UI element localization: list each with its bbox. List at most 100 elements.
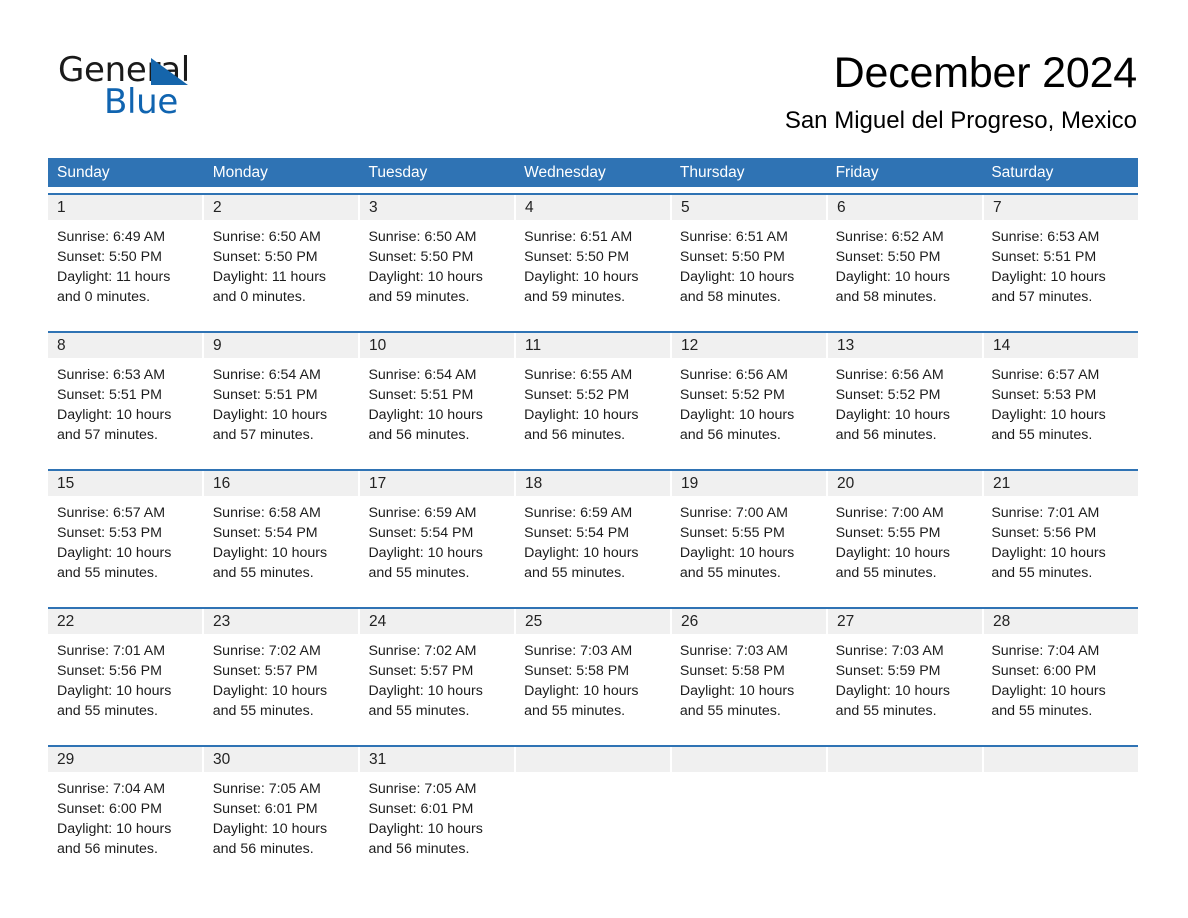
day-number[interactable]: 31	[360, 747, 516, 772]
day-number[interactable]: 22	[48, 609, 204, 634]
daylight-text-line1: Daylight: 10 hours	[835, 269, 950, 286]
day-cell[interactable]: Sunrise: 6:55 AM Sunset: 5:52 PM Dayligh…	[515, 358, 671, 463]
day-cell[interactable]: Sunrise: 6:57 AM Sunset: 5:53 PM Dayligh…	[982, 358, 1138, 463]
day-cell[interactable]: Sunrise: 7:03 AM Sunset: 5:58 PM Dayligh…	[671, 634, 827, 739]
sunrise-text: Sunrise: 6:50 AM	[212, 229, 321, 245]
day-cell[interactable]: Sunrise: 6:57 AM Sunset: 5:53 PM Dayligh…	[48, 496, 204, 601]
day-number[interactable]: 5	[672, 195, 828, 220]
day-number[interactable]: 8	[48, 333, 204, 358]
day-cell[interactable]: Sunrise: 6:54 AM Sunset: 5:51 PM Dayligh…	[204, 358, 360, 463]
day-number[interactable]: 29	[48, 747, 204, 772]
daylight-text-line2: and 56 minutes.	[368, 427, 470, 444]
day-number-empty	[672, 747, 828, 772]
day-number[interactable]: 16	[204, 471, 360, 496]
day-cell[interactable]: Sunrise: 7:03 AM Sunset: 5:58 PM Dayligh…	[515, 634, 671, 739]
weekday-header-monday: Monday	[212, 164, 268, 181]
sunrise-text: Sunrise: 7:04 AM	[57, 781, 166, 797]
daylight-text-line1: Daylight: 10 hours	[524, 407, 639, 424]
day-cell-empty	[671, 772, 827, 877]
day-cell[interactable]: Sunrise: 6:56 AM Sunset: 5:52 PM Dayligh…	[671, 358, 827, 463]
day-number[interactable]: 28	[984, 609, 1138, 634]
day-number[interactable]: 3	[360, 195, 516, 220]
day-number[interactable]: 25	[516, 609, 672, 634]
day-number[interactable]: 4	[516, 195, 672, 220]
sunrise-text: Sunrise: 7:03 AM	[835, 643, 944, 659]
daylight-text-line2: and 56 minutes.	[835, 427, 937, 444]
day-number[interactable]: 17	[360, 471, 516, 496]
day-number[interactable]: 1	[48, 195, 204, 220]
sunrise-text: Sunrise: 6:49 AM	[57, 229, 166, 245]
sunset-text: Sunset: 5:54 PM	[368, 525, 474, 542]
sunset-text: Sunset: 5:58 PM	[524, 663, 630, 680]
day-number[interactable]: 21	[984, 471, 1138, 496]
day-number[interactable]: 12	[672, 333, 828, 358]
day-cell[interactable]: Sunrise: 6:51 AM Sunset: 5:50 PM Dayligh…	[671, 220, 827, 325]
day-number[interactable]: 9	[204, 333, 360, 358]
day-cell[interactable]: Sunrise: 6:59 AM Sunset: 5:54 PM Dayligh…	[515, 496, 671, 601]
day-number[interactable]: 27	[828, 609, 984, 634]
day-cell[interactable]: Sunrise: 6:53 AM Sunset: 5:51 PM Dayligh…	[982, 220, 1138, 325]
day-number[interactable]: 10	[360, 333, 516, 358]
day-number[interactable]: 6	[828, 195, 984, 220]
daylight-text-line2: and 56 minutes.	[524, 427, 626, 444]
day-number[interactable]: 19	[672, 471, 828, 496]
calendar-week-row: 29 30 31 Sunrise: 7:04 AM Sunset: 6:00 P…	[48, 745, 1138, 877]
calendar-page: General Blue December 2024 San Miguel de…	[0, 0, 1188, 918]
day-cell[interactable]: Sunrise: 6:56 AM Sunset: 5:52 PM Dayligh…	[827, 358, 983, 463]
sunset-text: Sunset: 5:53 PM	[991, 387, 1097, 404]
day-cell[interactable]: Sunrise: 6:52 AM Sunset: 5:50 PM Dayligh…	[827, 220, 983, 325]
day-number[interactable]: 15	[48, 471, 204, 496]
day-number[interactable]: 2	[204, 195, 360, 220]
day-number[interactable]: 30	[204, 747, 360, 772]
sunrise-text: Sunrise: 7:03 AM	[524, 643, 633, 659]
daylight-text-line2: and 55 minutes.	[524, 703, 626, 720]
day-number[interactable]: 18	[516, 471, 672, 496]
day-cell[interactable]: Sunrise: 6:58 AM Sunset: 5:54 PM Dayligh…	[204, 496, 360, 601]
day-number[interactable]: 26	[672, 609, 828, 634]
sunrise-text: Sunrise: 6:54 AM	[368, 367, 477, 383]
sunset-text: Sunset: 5:50 PM	[835, 249, 941, 266]
daylight-text-line1: Daylight: 11 hours	[212, 269, 327, 286]
day-cell[interactable]: Sunrise: 7:02 AM Sunset: 5:57 PM Dayligh…	[204, 634, 360, 739]
day-cell[interactable]: Sunrise: 6:50 AM Sunset: 5:50 PM Dayligh…	[204, 220, 360, 325]
calendar-week-row: 15 16 17 18 19 20 21 Sunrise: 6:57 AM Su…	[48, 469, 1138, 601]
day-number[interactable]: 24	[360, 609, 516, 634]
day-cell[interactable]: Sunrise: 7:01 AM Sunset: 5:56 PM Dayligh…	[982, 496, 1138, 601]
sunrise-text: Sunrise: 6:55 AM	[524, 367, 633, 383]
day-number[interactable]: 7	[984, 195, 1138, 220]
sunrise-text: Sunrise: 7:01 AM	[991, 505, 1100, 521]
sunrise-text: Sunrise: 6:53 AM	[57, 367, 166, 383]
day-cell[interactable]: Sunrise: 7:00 AM Sunset: 5:55 PM Dayligh…	[671, 496, 827, 601]
day-number[interactable]: 20	[828, 471, 984, 496]
daylight-text-line2: and 55 minutes.	[835, 565, 937, 582]
day-cell[interactable]: Sunrise: 6:49 AM Sunset: 5:50 PM Dayligh…	[48, 220, 204, 325]
daylight-text-line1: Daylight: 10 hours	[835, 545, 950, 562]
day-cell[interactable]: Sunrise: 7:02 AM Sunset: 5:57 PM Dayligh…	[359, 634, 515, 739]
day-cell[interactable]: Sunrise: 6:50 AM Sunset: 5:50 PM Dayligh…	[359, 220, 515, 325]
sunset-text: Sunset: 5:51 PM	[57, 387, 162, 404]
day-number[interactable]: 11	[516, 333, 672, 358]
sunrise-text: Sunrise: 6:52 AM	[835, 229, 944, 245]
sunrise-text: Sunrise: 7:02 AM	[368, 643, 477, 659]
day-cell[interactable]: Sunrise: 7:01 AM Sunset: 5:56 PM Dayligh…	[48, 634, 204, 739]
day-cell[interactable]: Sunrise: 7:03 AM Sunset: 5:59 PM Dayligh…	[827, 634, 983, 739]
daylight-text-line2: and 55 minutes.	[835, 703, 937, 720]
day-cell[interactable]: Sunrise: 6:59 AM Sunset: 5:54 PM Dayligh…	[359, 496, 515, 601]
day-number[interactable]: 23	[204, 609, 360, 634]
day-number[interactable]: 13	[828, 333, 984, 358]
day-cell[interactable]: Sunrise: 7:04 AM Sunset: 6:00 PM Dayligh…	[48, 772, 204, 877]
daylight-text-line1: Daylight: 10 hours	[835, 683, 950, 700]
day-cell[interactable]: Sunrise: 7:05 AM Sunset: 6:01 PM Dayligh…	[204, 772, 360, 877]
daylight-text-line2: and 55 minutes.	[368, 565, 470, 582]
day-cell[interactable]: Sunrise: 7:05 AM Sunset: 6:01 PM Dayligh…	[359, 772, 515, 877]
sunrise-text: Sunrise: 6:51 AM	[679, 229, 788, 245]
daylight-text-line1: Daylight: 10 hours	[368, 407, 483, 424]
week-daynumber-band: 29 30 31	[48, 747, 1138, 772]
day-cell[interactable]: Sunrise: 7:04 AM Sunset: 6:00 PM Dayligh…	[982, 634, 1138, 739]
day-cell[interactable]: Sunrise: 6:53 AM Sunset: 5:51 PM Dayligh…	[48, 358, 204, 463]
generalblue-logo[interactable]: General Blue	[58, 50, 318, 130]
day-cell[interactable]: Sunrise: 7:00 AM Sunset: 5:55 PM Dayligh…	[827, 496, 983, 601]
day-number[interactable]: 14	[984, 333, 1138, 358]
day-cell[interactable]: Sunrise: 6:51 AM Sunset: 5:50 PM Dayligh…	[515, 220, 671, 325]
day-cell[interactable]: Sunrise: 6:54 AM Sunset: 5:51 PM Dayligh…	[359, 358, 515, 463]
